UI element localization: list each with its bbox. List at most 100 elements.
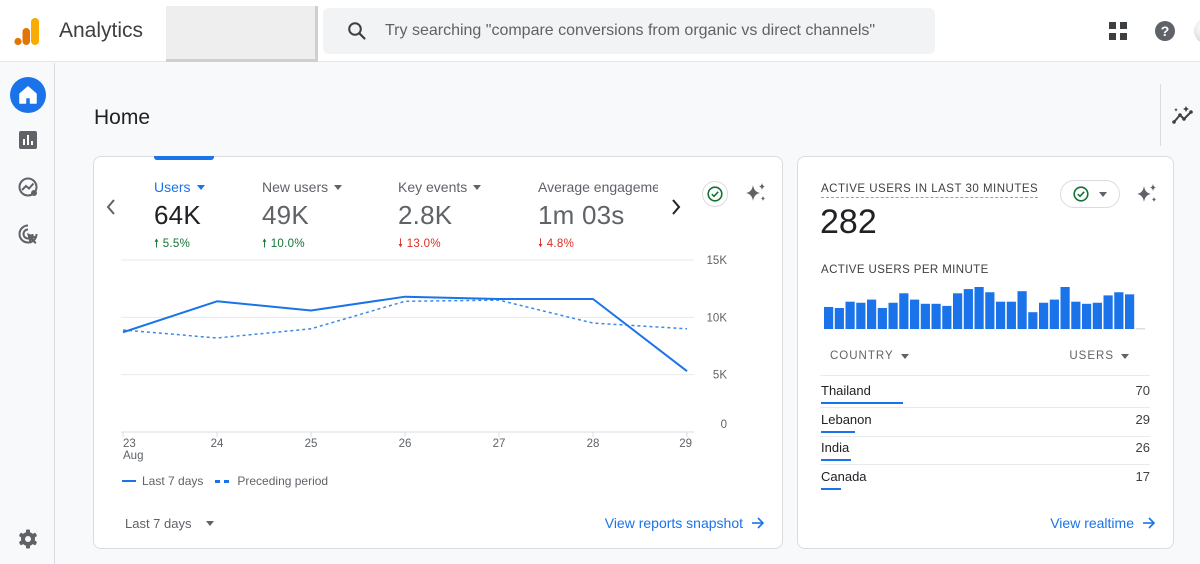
account-selector[interactable] [166,6,318,62]
country-name: Canada [821,468,867,484]
caret-down-icon[interactable] [196,184,205,190]
minute-bar [1125,294,1135,329]
svg-text:?: ? [1161,23,1170,39]
country-name: India [821,440,850,455]
y-tick-label: 10K [707,312,728,324]
metric-value: 64K [154,200,201,230]
metric-tab-users[interactable]: Users 64K 🠕 5.5% [154,179,205,255]
minute-bar [910,299,920,329]
header-label: USERS [1069,350,1114,362]
table-divider [820,407,1150,408]
y-tick-label: 0 [721,419,727,431]
x-tick-label: 27 [493,438,506,450]
sidebar-item-explore[interactable] [10,169,46,205]
caret-down-icon [1099,191,1107,197]
minute-bar [1114,292,1124,329]
caret-down-icon[interactable] [334,184,343,190]
active-metric-indicator [154,156,214,160]
y-tick-label: 5K [713,370,727,382]
minute-bar [867,299,877,329]
country-share-bar [821,459,851,461]
minute-bar [1006,301,1016,329]
arrow-right-icon [1143,517,1156,529]
realtime-data-quality-dropdown[interactable] [1060,180,1120,208]
country-share-bar [821,430,855,433]
minute-bar [856,302,866,329]
minute-bar [877,308,887,329]
page-title: Home [94,106,151,129]
sidebar-item-reports[interactable] [10,122,46,158]
caret-down-icon[interactable] [473,184,482,190]
bar-chart-icon [19,131,37,149]
date-range-label: Last 7 days [125,516,192,531]
metric-tab-avg-engagement[interactable]: Average engagement time 1m 03s 🠗 4.8% [538,179,658,255]
minute-bar [899,293,909,329]
x-tick-label: 23 [123,438,136,450]
advertising-icon [18,224,38,244]
realtime-title[interactable]: ACTIVE USERS IN LAST 30 MINUTES [821,183,1039,198]
caret-down-icon [205,521,214,526]
minute-bar [963,289,973,329]
country-users: 17 [1135,468,1150,484]
header-label: COUNTRY [830,350,894,362]
help-icon[interactable]: ? [1154,20,1176,42]
metric-label: Average engagement time [538,179,658,195]
side-nav [0,63,55,564]
analytics-logo[interactable] [14,16,40,46]
metric-value: 49K [262,200,309,230]
gear-icon [19,529,37,549]
search-input[interactable]: Try searching "compare conversions from … [323,8,935,54]
legend-current: Last 7 days [142,474,204,488]
x-tick-sublabel: Aug [123,450,143,462]
insights-icon[interactable] [1171,104,1195,126]
country-share-bar [821,487,841,490]
country-row[interactable]: Canada 17 [820,469,1150,497]
legend-previous: Preceding period [237,474,329,488]
minute-bar [1028,312,1038,329]
top-bar: Analytics Try searching "compare convers… [0,0,1200,62]
country-column-header[interactable]: COUNTRY [830,350,909,362]
users-column-header[interactable]: USERS [1069,350,1129,362]
x-tick-label: 28 [587,438,600,450]
minute-bar-empty [1135,328,1145,330]
minute-bar [1039,302,1049,329]
right-rail-divider [1160,84,1161,146]
account-avatar[interactable] [1194,18,1200,44]
sidebar-item-advertising[interactable] [10,216,46,252]
minute-bar [931,303,941,329]
minute-bar [942,305,952,329]
x-tick-label: 25 [305,438,318,450]
table-divider [820,435,1150,437]
minute-bar [1103,295,1113,329]
search-placeholder: Try searching "compare conversions from … [385,22,876,39]
metric-label: Users [154,179,191,195]
data-quality-button[interactable] [702,181,728,207]
view-realtime-link[interactable]: View realtime [1050,515,1156,531]
sparkle-insights-icon[interactable] [1135,182,1159,206]
metric-tab-key-events[interactable]: Key events 2.8K 🠗 13.0% [398,179,482,255]
check-circle-icon [1073,186,1089,202]
next-metrics-button[interactable] [667,195,685,219]
per-minute-title: ACTIVE USERS PER MINUTE [821,264,989,276]
link-label: View reports snapshot [604,515,743,531]
series-line-last-7-days [122,295,688,373]
sparkle-insights-icon[interactable] [744,181,768,205]
minute-bar [920,303,930,329]
table-divider [820,464,1150,465]
legend-swatch-solid [122,480,136,482]
apps-grid-icon[interactable] [1109,22,1127,40]
app-title: Analytics [59,19,144,42]
minute-bar [1071,301,1081,329]
y-tick-label: 15K [707,255,728,267]
search-icon [348,22,366,40]
date-range-dropdown[interactable]: Last 7 days [125,516,214,531]
sidebar-item-admin[interactable] [10,521,46,557]
metric-tab-new-users[interactable]: New users 49K 🠕 10.0% [262,179,343,255]
view-reports-snapshot-link[interactable]: View reports snapshot [605,515,765,531]
previous-metrics-button[interactable] [102,195,120,219]
realtime-active-users-value: 282 [820,203,877,241]
sidebar-item-home[interactable] [10,77,46,113]
arrow-down-icon: 🠗 [398,238,404,250]
legend-swatch-dashed [215,479,232,483]
chart-legend: Last 7 days Preceding period [122,474,328,488]
